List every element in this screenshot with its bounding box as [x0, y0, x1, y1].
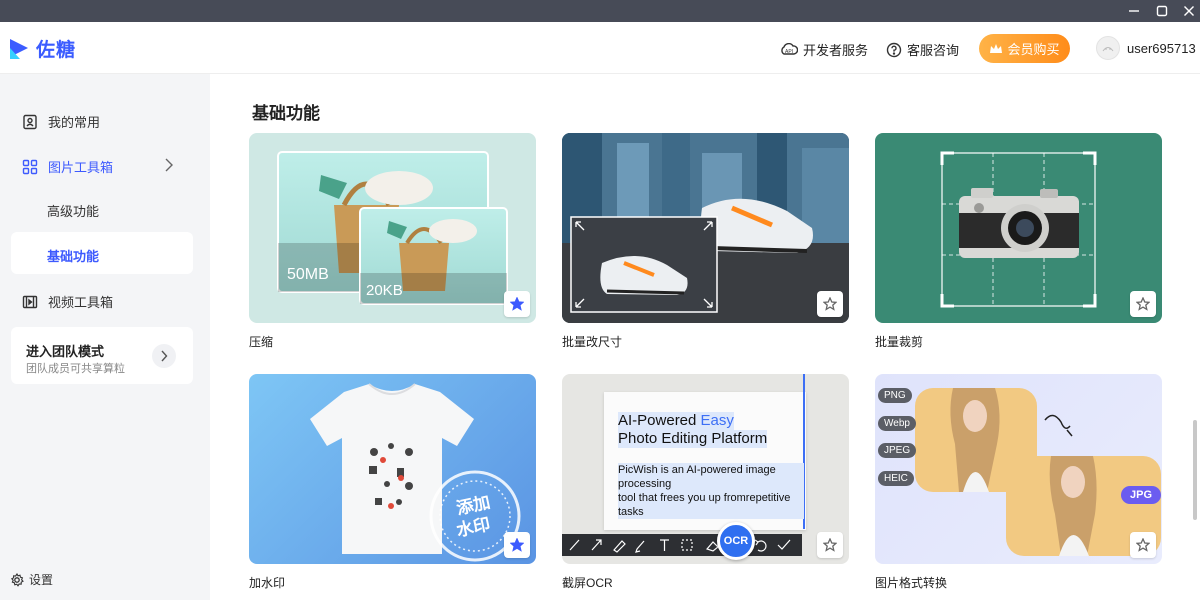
tool-card-label: 截屏OCR: [562, 576, 613, 590]
tool-card-label: 批量裁剪: [875, 335, 924, 349]
sidebar-item-advanced[interactable]: 高级功能: [47, 201, 99, 220]
sidebar-item-label: 基础功能: [47, 249, 100, 264]
tool-card-label: 加水印: [249, 576, 286, 590]
close-button[interactable]: [1174, 0, 1200, 22]
team-mode-subtitle: 团队成员可共享算粒: [26, 363, 125, 375]
favorite-star-button[interactable]: [504, 291, 530, 317]
avatar-face-icon: [1102, 47, 1114, 52]
maximize-button[interactable]: [1147, 0, 1177, 22]
batch-resize-illustration: [562, 133, 849, 323]
crown-icon: [990, 43, 1003, 53]
star-icon: [823, 297, 837, 311]
format-convert-illustration: [915, 388, 1161, 556]
avatar[interactable]: [1096, 36, 1120, 60]
ocr-heading-text: AI-Powered: [618, 412, 701, 429]
star-icon: [1136, 297, 1150, 311]
format-tag-label: PNG: [884, 390, 906, 401]
sidebar-item-image-toolbox[interactable]: 图片工具箱: [22, 157, 113, 176]
star-icon: [510, 538, 524, 552]
tool-card-label: 批量改尺寸: [562, 335, 623, 349]
tool-card-label: 图片格式转换: [875, 576, 948, 590]
format-tag-label: HEIC: [884, 473, 908, 484]
tool-card-batch-crop[interactable]: [875, 133, 1162, 323]
chevron-right-icon: [161, 350, 168, 362]
app-name: 佐糖: [36, 40, 77, 61]
api-icon: API: [781, 42, 798, 55]
sidebar-item-label: 图片工具箱: [48, 160, 114, 175]
tool-card-watermark[interactable]: 添加 水印: [249, 374, 536, 564]
favorite-star-button[interactable]: [817, 291, 843, 317]
format-tag-target: JPG: [1121, 486, 1162, 504]
settings-label: 设置: [29, 573, 54, 587]
section-title: 基础功能: [252, 104, 320, 123]
sidebar-item-label: 我的常用: [48, 115, 101, 130]
svg-text:API: API: [785, 49, 793, 55]
ocr-badge[interactable]: OCR: [717, 522, 755, 560]
team-mode-card[interactable]: 进入团队模式 团队成员可共享算粒: [11, 327, 193, 384]
main-content: 基础功能 50MB 20KB 压缩 批量改尺寸 批量裁剪 添加 水印 加水印 A…: [210, 74, 1200, 600]
batch-crop-illustration: [940, 151, 1097, 308]
window-titlebar: [0, 0, 1200, 22]
maximize-icon: [1156, 5, 1168, 17]
favorite-star-button[interactable]: [817, 532, 843, 558]
vip-label: 会员购买: [1007, 42, 1060, 57]
format-tag-heic: HEIC: [878, 471, 914, 486]
favorites-icon: [23, 114, 37, 129]
settings-button[interactable]: 设置: [10, 571, 53, 588]
main-scrollbar[interactable]: [1193, 420, 1197, 520]
sidebar-item-label: 视频工具箱: [48, 295, 114, 310]
vip-purchase-button[interactable]: 会员购买: [979, 34, 1070, 63]
gear-icon: [10, 572, 24, 587]
app-header: 佐糖 API 开发者服务 客服咨询 会员购买 user695713: [0, 22, 1200, 74]
star-icon: [1136, 538, 1150, 552]
username[interactable]: user695713: [1127, 41, 1196, 56]
star-icon: [823, 538, 837, 552]
logo-icon: [10, 38, 28, 59]
chevron-right-icon[interactable]: [164, 158, 174, 172]
format-tag-label: JPEG: [884, 445, 911, 456]
ocr-heading-accent: Easy: [700, 412, 734, 429]
tool-card-label: 压缩: [249, 335, 274, 349]
compress-size-before: 50MB: [287, 266, 329, 283]
team-mode-arrow-button[interactable]: [152, 344, 176, 368]
tool-card-compress[interactable]: 50MB 20KB: [249, 133, 536, 323]
minimize-button[interactable]: [1119, 0, 1149, 22]
watermark-illustration: [310, 383, 521, 562]
favorite-star-button[interactable]: [1130, 291, 1156, 317]
team-mode-title: 进入团队模式: [26, 344, 105, 359]
format-tag-label: JPG: [1130, 489, 1153, 501]
ocr-heading-line-2: Photo Editing Platform: [618, 430, 768, 448]
tool-card-screenshot-ocr[interactable]: AI-Powered Easy Photo Editing Platform P…: [562, 374, 849, 564]
annotation-tools-icons: [569, 539, 791, 553]
ocr-heading-line-1: AI-Powered Easy: [618, 412, 734, 430]
sidebar-item-video-toolbox[interactable]: 视频工具箱: [22, 292, 113, 311]
ocr-body-line-2: tool that frees you up fromrepetitive ta…: [618, 491, 804, 519]
app-logo[interactable]: 佐糖: [8, 35, 76, 62]
minimize-icon: [1129, 10, 1139, 12]
format-tag-label: Webp: [884, 418, 910, 429]
format-tag-jpeg: JPEG: [878, 443, 917, 458]
ocr-body-line-1: PicWish is an AI-powered image processin…: [618, 463, 804, 491]
sidebar-item-favorites[interactable]: 我的常用: [22, 112, 100, 131]
sidebar-item-basic[interactable]: 基础功能: [11, 232, 193, 274]
format-tag-png: PNG: [878, 388, 912, 403]
favorite-star-button[interactable]: [1130, 532, 1156, 558]
star-icon: [510, 297, 524, 311]
ocr-badge-label: OCR: [723, 535, 749, 547]
support-label: 客服咨询: [907, 43, 960, 58]
sidebar: 我的常用 图片工具箱 高级功能 基础功能 视频工具箱 进入团队模式 团队成员可共…: [0, 74, 210, 600]
developer-service-label: 开发者服务: [803, 43, 869, 58]
tool-card-batch-resize[interactable]: [562, 133, 849, 323]
help-icon: [886, 42, 902, 57]
tool-card-format-convert[interactable]: PNG Webp JPEG HEIC JPG: [875, 374, 1162, 564]
video-icon: [22, 295, 38, 308]
close-icon: [1184, 6, 1194, 16]
support-link[interactable]: 客服咨询: [886, 40, 959, 59]
compress-size-after: 20KB: [366, 282, 403, 299]
format-tag-webp: Webp: [878, 416, 916, 431]
favorite-star-button[interactable]: [504, 532, 530, 558]
developer-service-link[interactable]: API 开发者服务: [780, 40, 868, 59]
grid-icon: [22, 159, 38, 174]
